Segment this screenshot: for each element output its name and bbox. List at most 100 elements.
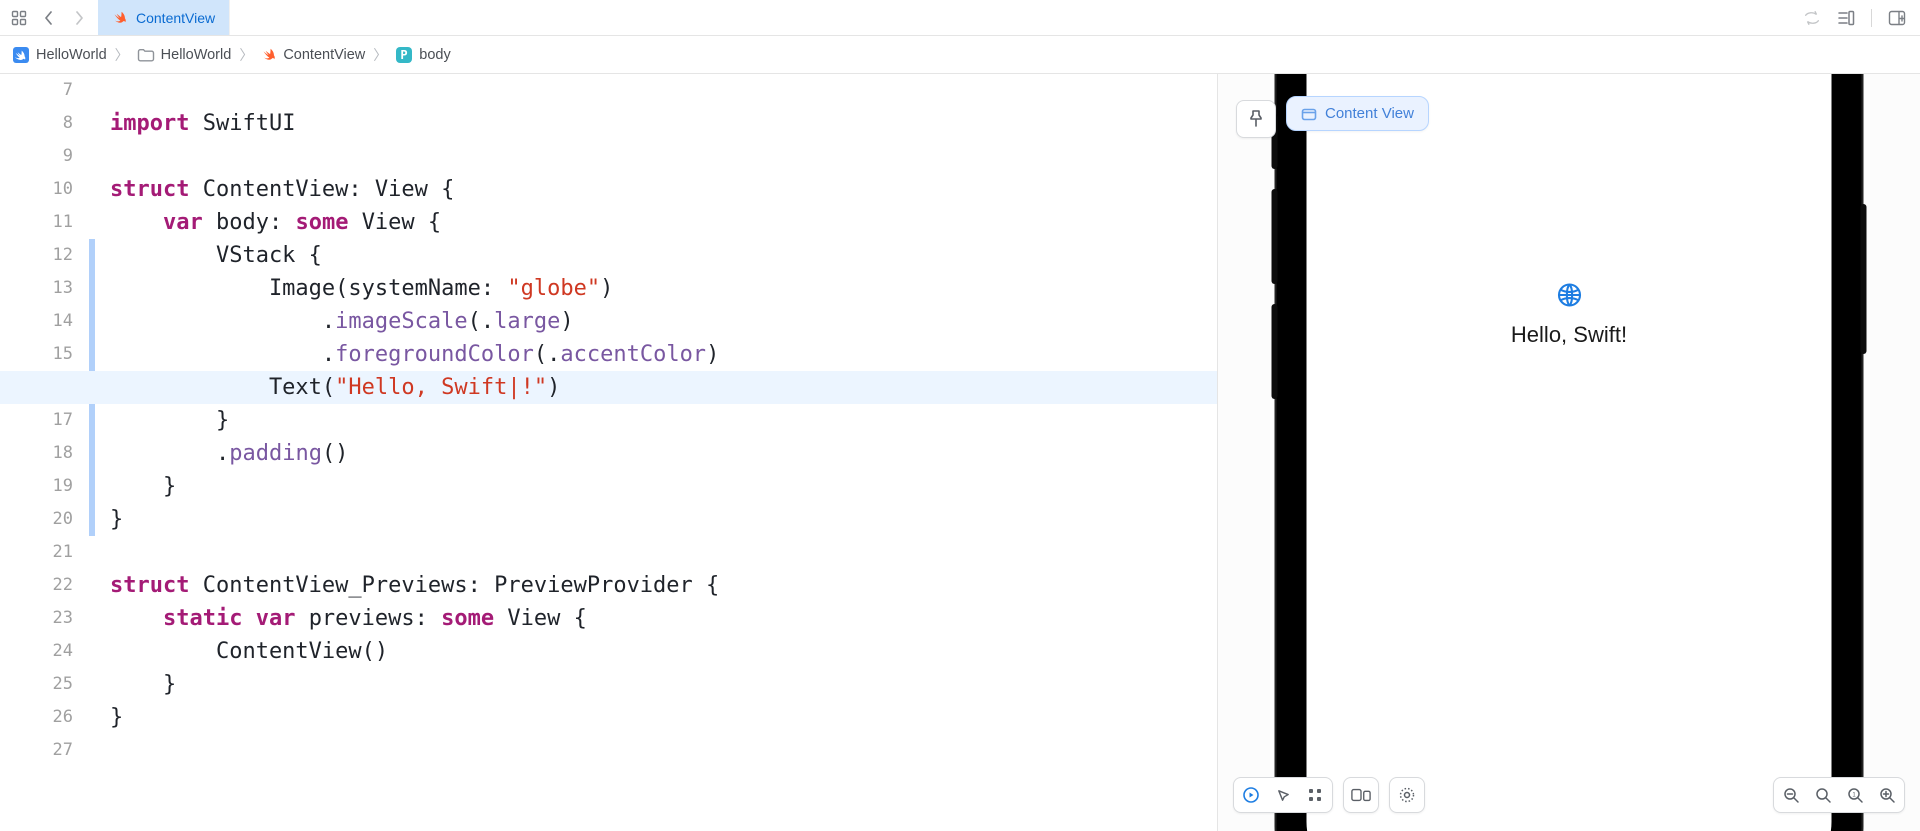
line-number[interactable]: 8 (0, 107, 95, 140)
code-line[interactable] (110, 536, 1217, 569)
svg-text:P: P (401, 48, 408, 62)
line-number[interactable]: 18 (0, 437, 95, 470)
jump-bar-item-folder[interactable]: HelloWorld (135, 45, 234, 65)
code-line[interactable]: } (110, 470, 1217, 503)
code-line[interactable]: } (110, 668, 1217, 701)
canvas-selection-label: Content View (1325, 105, 1414, 122)
live-preview-button[interactable] (1236, 780, 1266, 810)
line-number[interactable]: 20 (0, 503, 95, 536)
pin-icon (1248, 110, 1264, 128)
code-line[interactable]: VStack { (110, 239, 1217, 272)
chevron-right-icon (73, 11, 85, 25)
tabbar-right-controls (1789, 0, 1920, 35)
device-bezel[interactable]: Hello, Swift! (1277, 74, 1862, 831)
line-number[interactable]: 17 (0, 404, 95, 437)
canvas-selection-chip[interactable]: Content View (1286, 96, 1429, 131)
line-number[interactable]: 24 (0, 635, 95, 668)
sync-arrows-icon (1803, 10, 1821, 26)
code-line[interactable] (110, 140, 1217, 173)
line-number[interactable]: 21 (0, 536, 95, 569)
device-side-button (1272, 304, 1278, 399)
code-line[interactable]: .imageScale(.large) (110, 305, 1217, 338)
code-content[interactable]: import SwiftUI struct ContentView: View {… (110, 74, 1217, 767)
zoom-out-button[interactable] (1776, 780, 1806, 810)
tab-bar: ContentView (0, 0, 1920, 36)
code-line[interactable]: } (110, 701, 1217, 734)
line-number[interactable]: 19 (0, 470, 95, 503)
code-line[interactable]: ContentView() (110, 635, 1217, 668)
code-line[interactable]: struct ContentView: View { (110, 173, 1217, 206)
line-number[interactable]: 27 (0, 734, 95, 767)
line-number[interactable]: 22 (0, 569, 95, 602)
swift-file-icon (112, 10, 128, 26)
line-number[interactable]: 9 (0, 140, 95, 173)
code-line[interactable]: static var previews: some View { (110, 602, 1217, 635)
adjust-editor-options-button[interactable] (1833, 5, 1859, 31)
grid-icon (11, 10, 27, 26)
line-number[interactable]: 23 (0, 602, 95, 635)
line-number[interactable]: 12 (0, 239, 95, 272)
add-editor-button[interactable] (1884, 5, 1910, 31)
line-number[interactable]: 13 (0, 272, 95, 305)
variants-button[interactable] (1300, 780, 1330, 810)
view-symbol-icon (1301, 106, 1317, 122)
swift-file-icon (261, 47, 277, 63)
line-number-gutter[interactable]: 789101112131415161718192021222324252627 (0, 74, 95, 831)
code-line[interactable] (110, 734, 1217, 767)
line-number[interactable]: 7 (0, 74, 95, 107)
chevron-right-icon: 〉 (371, 45, 389, 65)
pin-preview-button[interactable] (1236, 100, 1276, 138)
canvas-settings-button[interactable] (1392, 780, 1422, 810)
jump-bar-label: body (419, 47, 450, 63)
code-line[interactable]: Image(systemName: "globe") (110, 272, 1217, 305)
jump-bar-label: HelloWorld (161, 47, 232, 63)
code-line[interactable]: struct ContentView_Previews: PreviewProv… (110, 569, 1217, 602)
device-side-button (1861, 204, 1867, 354)
nav-back-button[interactable] (36, 5, 62, 31)
code-line[interactable]: import SwiftUI (110, 107, 1217, 140)
zoom-in-button[interactable] (1872, 780, 1902, 810)
related-items-button[interactable] (6, 5, 32, 31)
nav-forward-button[interactable] (66, 5, 92, 31)
editor-preview-split: 789101112131415161718192021222324252627 … (0, 74, 1920, 831)
zoom-fit-button[interactable] (1808, 780, 1838, 810)
line-number[interactable]: 26 (0, 701, 95, 734)
app-project-icon (12, 46, 30, 64)
code-line[interactable]: .foregroundColor(.accentColor) (110, 338, 1217, 371)
property-symbol-icon: P (395, 46, 413, 64)
preview-rendered-content: Hello, Swift! (1307, 74, 1832, 831)
refresh-state-button[interactable] (1799, 5, 1825, 31)
canvas-mode-group (1233, 777, 1333, 813)
device-settings-button[interactable] (1346, 780, 1376, 810)
preview-canvas[interactable]: Hello, Swift! Content View (1218, 74, 1920, 831)
selectable-preview-button[interactable] (1268, 780, 1298, 810)
code-line[interactable] (110, 74, 1217, 107)
add-editor-icon (1888, 10, 1906, 26)
tab-contentview[interactable]: ContentView (98, 0, 230, 35)
chevron-left-icon (43, 11, 55, 25)
code-line[interactable]: var body: some View { (110, 206, 1217, 239)
code-line[interactable]: } (110, 404, 1217, 437)
code-line[interactable]: .padding() (110, 437, 1217, 470)
source-editor[interactable]: 789101112131415161718192021222324252627 … (0, 74, 1218, 831)
jump-bar-label: ContentView (283, 47, 365, 63)
jump-bar-item-symbol[interactable]: P body (393, 44, 452, 66)
device-screen[interactable]: Hello, Swift! (1307, 74, 1832, 831)
chevron-right-icon: 〉 (237, 45, 255, 65)
line-number[interactable]: 25 (0, 668, 95, 701)
tab-label: ContentView (136, 10, 215, 26)
canvas-zoom-group: 1 (1773, 777, 1905, 813)
jump-bar-item-project[interactable]: HelloWorld (10, 44, 109, 66)
jump-bar-item-file[interactable]: ContentView (259, 45, 367, 65)
zoom-actual-button[interactable]: 1 (1840, 780, 1870, 810)
chevron-right-icon: 〉 (113, 45, 131, 65)
code-line[interactable]: } (110, 503, 1217, 536)
code-line[interactable]: Text("Hello, Swift|!") (0, 371, 1217, 404)
line-number[interactable]: 15 (0, 338, 95, 371)
line-number[interactable]: 11 (0, 206, 95, 239)
globe-icon (1555, 281, 1583, 316)
tab-list: ContentView (98, 0, 230, 35)
line-number[interactable]: 14 (0, 305, 95, 338)
line-number[interactable]: 10 (0, 173, 95, 206)
tabbar-left-controls (0, 0, 98, 35)
